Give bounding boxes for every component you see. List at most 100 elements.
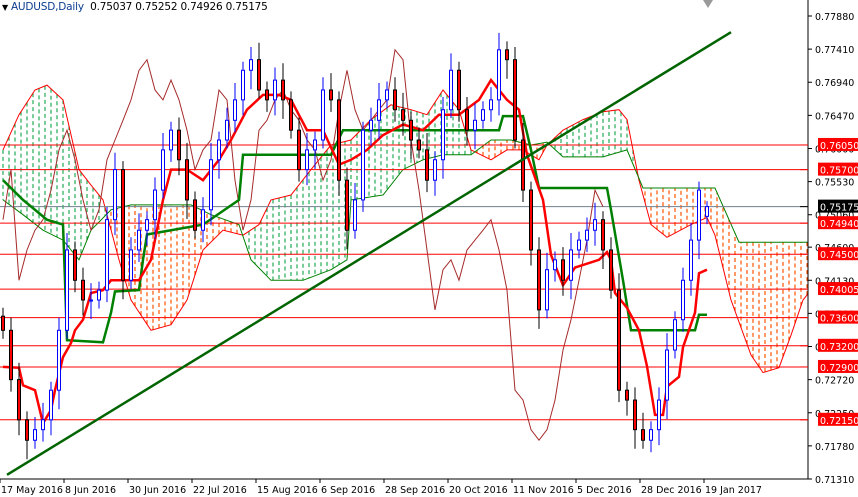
candle-bearish bbox=[625, 389, 629, 401]
candle-bearish bbox=[121, 169, 125, 281]
candle-bearish bbox=[297, 129, 301, 171]
price-chart[interactable]: 0.778800.774100.769400.764700.760000.755… bbox=[0, 0, 858, 497]
candle-bullish bbox=[489, 99, 493, 111]
time-tick-label: 28 Sep 2016 bbox=[385, 485, 445, 496]
candle-bullish bbox=[225, 119, 229, 141]
candle-bearish bbox=[465, 109, 469, 131]
candle-bearish bbox=[25, 419, 29, 441]
time-tick-label: 22 Jul 2016 bbox=[193, 485, 247, 496]
candle-bullish bbox=[209, 159, 213, 211]
level-price-label: 0.76050 bbox=[820, 141, 858, 152]
price-tick-label: 0.77410 bbox=[815, 45, 854, 56]
candle-bullish bbox=[201, 209, 205, 231]
price-tick-label: 0.71310 bbox=[815, 475, 854, 486]
candle-bearish bbox=[73, 249, 77, 281]
candle-bearish bbox=[521, 139, 525, 191]
candle-bearish bbox=[345, 179, 349, 231]
candle-bullish bbox=[369, 119, 373, 131]
time-tick-label: 6 Sep 2016 bbox=[321, 485, 375, 496]
candle-bearish bbox=[329, 89, 333, 101]
candles bbox=[1, 32, 709, 460]
time-tick-label: 20 Oct 2016 bbox=[449, 485, 508, 496]
candle-bullish bbox=[41, 419, 45, 431]
candle-bullish bbox=[377, 99, 381, 121]
candle-bullish bbox=[105, 219, 109, 291]
candle-bearish bbox=[633, 399, 637, 431]
candle-bullish bbox=[137, 229, 141, 251]
candle-bearish bbox=[1, 315, 5, 331]
candle-bearish bbox=[177, 129, 181, 161]
candle-bullish bbox=[385, 89, 389, 101]
candle-bullish bbox=[273, 79, 277, 101]
price-tick-label: 0.72720 bbox=[815, 376, 854, 387]
time-tick-label: 5 Dec 2016 bbox=[577, 485, 632, 496]
candle-bullish bbox=[129, 249, 133, 281]
candle-bullish bbox=[545, 269, 549, 311]
time-tick-label: 19 Jan 2017 bbox=[705, 485, 762, 496]
candle-bullish bbox=[153, 189, 157, 221]
candle-bullish bbox=[113, 169, 117, 221]
candle-bearish bbox=[561, 259, 565, 281]
price-tick-label: 0.75530 bbox=[815, 178, 854, 189]
candle-bearish bbox=[257, 59, 261, 91]
level-price-label: 0.74005 bbox=[820, 285, 858, 296]
candle-bullish bbox=[689, 239, 693, 281]
level-price-label: 0.75700 bbox=[820, 166, 858, 177]
candle-bullish bbox=[65, 249, 69, 331]
candle-bearish bbox=[289, 99, 293, 131]
time-tick-label: 17 May 2016 bbox=[1, 485, 63, 496]
candle-bearish bbox=[601, 219, 605, 251]
candle-bearish bbox=[457, 69, 461, 111]
candle-bullish bbox=[673, 319, 677, 351]
shift-marker-icon[interactable] bbox=[703, 0, 713, 8]
candle-bearish bbox=[641, 429, 645, 441]
candle-bullish bbox=[49, 389, 53, 421]
candle-bullish bbox=[241, 69, 245, 101]
candle-bullish bbox=[321, 89, 325, 141]
candle-bearish bbox=[425, 149, 429, 181]
candle-bullish bbox=[665, 349, 669, 401]
candle-bearish bbox=[409, 119, 413, 141]
candle-bearish bbox=[337, 99, 341, 181]
candle-bearish bbox=[17, 379, 21, 421]
candle-bullish bbox=[97, 289, 101, 301]
candle-bullish bbox=[217, 139, 221, 161]
candle-bullish bbox=[353, 199, 357, 231]
candle-bullish bbox=[313, 139, 317, 151]
time-tick-label: 15 Aug 2016 bbox=[257, 485, 318, 496]
candle-bearish bbox=[417, 139, 421, 151]
candle-bullish bbox=[433, 159, 437, 181]
candle-bearish bbox=[401, 109, 405, 121]
chart-header: ▼ AUDUSD,Daily 0.75037 0.75252 0.74926 0.… bbox=[2, 1, 268, 13]
time-tick-label: 11 Nov 2016 bbox=[513, 485, 574, 496]
candle-bullish bbox=[585, 229, 589, 241]
candle-bearish bbox=[529, 189, 533, 251]
trendline-group[interactable] bbox=[6, 31, 732, 476]
candle-bullish bbox=[497, 49, 501, 101]
candle-bullish bbox=[33, 429, 37, 441]
candle-bullish bbox=[697, 189, 701, 241]
candle-bullish bbox=[593, 219, 597, 231]
candle-bullish bbox=[57, 329, 61, 391]
trendline[interactable] bbox=[6, 31, 732, 476]
level-price-label: 0.74940 bbox=[820, 219, 858, 230]
candle-bearish bbox=[537, 249, 541, 311]
triangle-down-icon[interactable]: ▼ bbox=[2, 3, 8, 12]
time-tick-label: 8 Jun 2016 bbox=[65, 485, 116, 496]
candle-bullish bbox=[569, 249, 573, 281]
candle-bullish bbox=[169, 129, 173, 151]
price-tick-label: 0.71780 bbox=[815, 442, 854, 453]
candle-bearish bbox=[281, 79, 285, 101]
candle-bullish bbox=[473, 119, 477, 131]
level-price-label: 0.73200 bbox=[820, 342, 858, 353]
level-price-label: 0.72900 bbox=[820, 363, 858, 374]
candle-bullish bbox=[305, 149, 309, 171]
candle-bearish bbox=[513, 59, 517, 141]
candle-bearish bbox=[9, 329, 13, 381]
candle-bullish bbox=[361, 129, 365, 201]
candle-bullish bbox=[161, 149, 165, 191]
candle-bullish bbox=[657, 399, 661, 431]
candle-bearish bbox=[617, 289, 621, 391]
candle-bullish bbox=[89, 299, 93, 302]
candle-bullish bbox=[145, 219, 149, 231]
